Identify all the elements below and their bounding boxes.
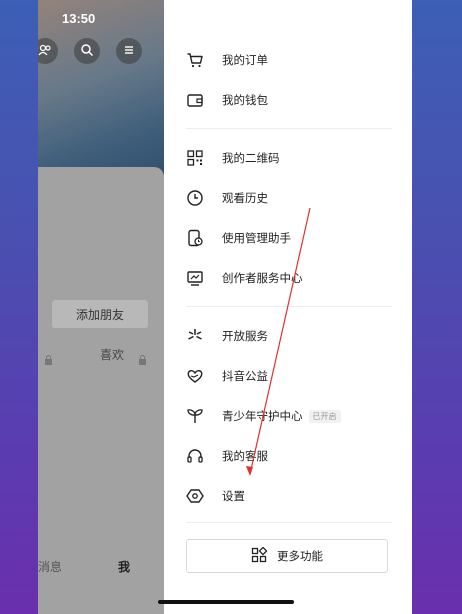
grid-icon xyxy=(251,546,277,566)
drawer-item-label: 我的二维码 xyxy=(222,151,280,165)
profile-page-dimmed[interactable]: 13:50 添加朋友 喜欢 消息 我 xyxy=(38,0,164,614)
drawer-item-customer-service[interactable]: 我的客服 xyxy=(186,444,268,468)
drawer-item-charity[interactable]: 抖音公益 xyxy=(186,364,268,388)
phone-screen: 13:50 添加朋友 喜欢 消息 我 我的订单 我的钱包 我的二维码 观看历史 … xyxy=(38,0,412,614)
sprout-icon xyxy=(186,407,204,425)
clock-icon xyxy=(186,189,204,207)
status-time: 13:50 xyxy=(62,11,96,26)
drawer-item-label: 开放服务 xyxy=(222,329,268,343)
lock-icon xyxy=(138,350,147,369)
likes-tab[interactable]: 喜欢 xyxy=(100,346,124,363)
drawer-item-label: 观看历史 xyxy=(222,191,268,205)
drawer-item-history[interactable]: 观看历史 xyxy=(186,186,268,210)
tab-me[interactable]: 我 xyxy=(118,558,130,575)
divider xyxy=(186,128,392,129)
drawer-item-open-services[interactable]: 开放服务 xyxy=(186,324,268,348)
more-features-label: 更多功能 xyxy=(277,549,323,563)
search-icon xyxy=(80,42,94,61)
asterisk-icon xyxy=(186,327,204,345)
drawer-item-orders[interactable]: 我的订单 xyxy=(186,48,268,72)
add-friend-button[interactable]: 添加朋友 xyxy=(52,300,148,328)
drawer-item-label: 我的订单 xyxy=(222,53,268,67)
drawer-item-wallet[interactable]: 我的钱包 xyxy=(186,88,268,112)
drawer-item-label: 使用管理助手 xyxy=(222,231,291,245)
divider xyxy=(186,522,392,523)
friends-icon xyxy=(38,42,52,61)
drawer-item-settings[interactable]: 设置 xyxy=(186,484,245,508)
phone-timer-icon xyxy=(186,229,204,247)
drawer-item-qrcode[interactable]: 我的二维码 xyxy=(186,146,280,170)
drawer-item-youth-center[interactable]: 青少年守护中心 已开启 xyxy=(186,404,341,428)
wallet-icon xyxy=(186,91,204,109)
menu-icon xyxy=(122,42,136,61)
drawer-item-label: 设置 xyxy=(222,489,245,503)
drawer-item-label: 我的钱包 xyxy=(222,93,268,107)
search-button[interactable] xyxy=(74,38,100,64)
drawer-item-label: 抖音公益 xyxy=(222,369,268,383)
divider xyxy=(186,306,392,307)
tab-messages[interactable]: 消息 xyxy=(38,558,62,575)
qrcode-icon xyxy=(186,149,204,167)
drawer-item-label: 创作者服务中心 xyxy=(222,271,303,285)
drawer-item-label: 我的客服 xyxy=(222,449,268,463)
cart-icon xyxy=(186,51,204,69)
menu-button[interactable] xyxy=(116,38,142,64)
chart-screen-icon xyxy=(186,269,204,287)
lock-icon xyxy=(44,350,53,369)
drawer-item-usage-assistant[interactable]: 使用管理助手 xyxy=(186,226,291,250)
side-drawer: 我的订单 我的钱包 我的二维码 观看历史 使用管理助手 创作者服务中心 开放服务… xyxy=(164,0,412,614)
headset-icon xyxy=(186,447,204,465)
status-badge: 已开启 xyxy=(308,409,341,423)
more-features-button[interactable]: 更多功能 xyxy=(186,539,388,573)
drawer-item-label: 青少年守护中心 xyxy=(222,409,303,423)
settings-icon xyxy=(186,487,204,505)
charity-icon xyxy=(186,367,204,385)
drawer-item-creator-center[interactable]: 创作者服务中心 xyxy=(186,266,303,290)
home-indicator xyxy=(158,600,294,604)
